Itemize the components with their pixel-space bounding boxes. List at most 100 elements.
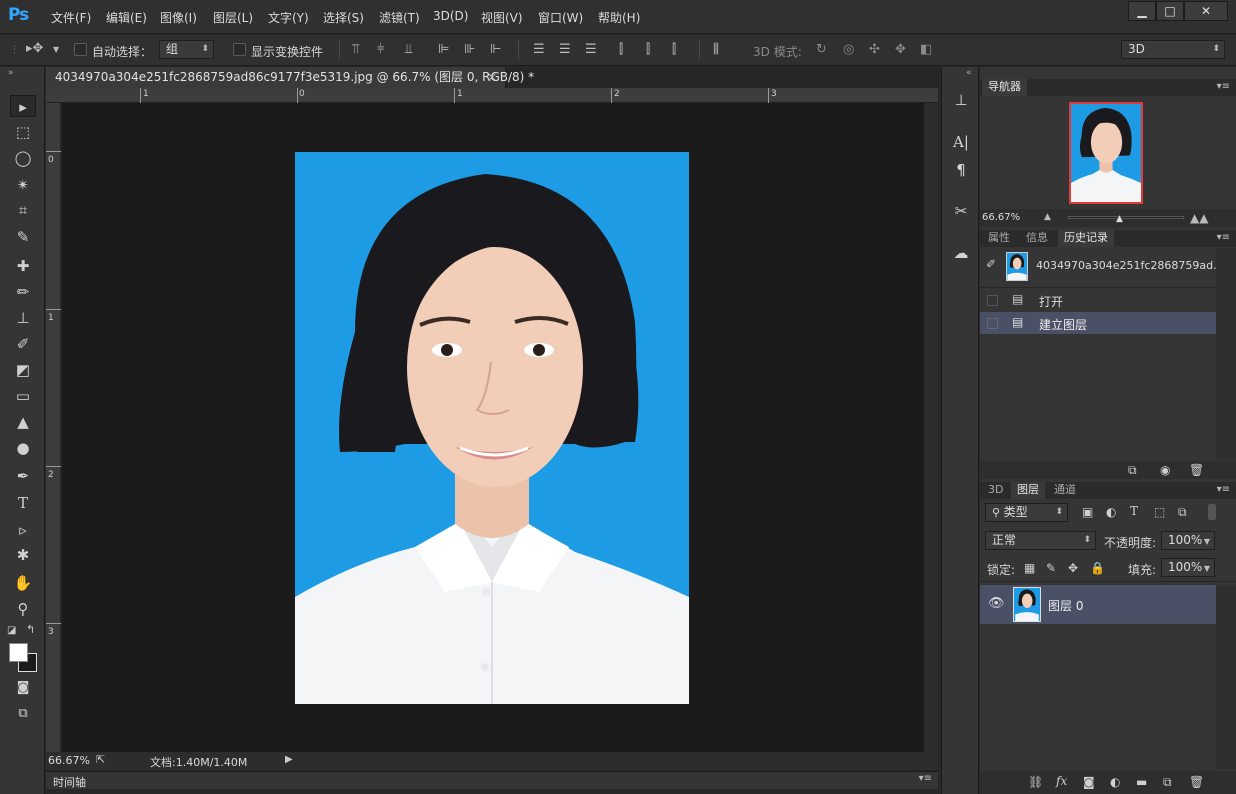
- menu-edit[interactable]: 编辑(E): [106, 9, 147, 26]
- align-top-icon[interactable]: ⫪: [352, 43, 359, 57]
- panel-menu-icon[interactable]: ▾≡: [919, 773, 932, 784]
- maximize-button[interactable]: □: [1156, 1, 1184, 21]
- history-snapshot[interactable]: ✐ 4034970a304e251fc2868759ad...: [980, 248, 1224, 284]
- zoom-tool-icon[interactable]: ⚲: [10, 598, 36, 620]
- align-vcenter-icon[interactable]: ⫩: [377, 43, 384, 57]
- history-source-checkbox[interactable]: [987, 318, 998, 329]
- dodge-tool-icon[interactable]: ●: [10, 437, 36, 459]
- history-brush-source-icon[interactable]: ✐: [986, 257, 996, 271]
- history-brush-tool-icon[interactable]: ✐: [10, 333, 36, 355]
- lasso-tool-icon[interactable]: ◯: [10, 147, 36, 169]
- tab-info[interactable]: 信息: [1020, 230, 1054, 247]
- layer-row-selected[interactable]: 👁 图层 0: [980, 585, 1216, 624]
- tab-properties[interactable]: 属性: [982, 230, 1016, 247]
- eraser-tool-icon[interactable]: ◩: [10, 359, 36, 381]
- blur-tool-icon[interactable]: ▲: [10, 411, 36, 433]
- link-layers-icon[interactable]: ⛓: [1028, 775, 1043, 789]
- menu-file[interactable]: 文件(F): [51, 9, 91, 26]
- dropdown-arrow-icon[interactable]: ▼: [1204, 533, 1210, 550]
- crop-tool-icon[interactable]: ⌗: [10, 199, 36, 221]
- tool-preset-arrow-icon[interactable]: ▼: [53, 43, 59, 57]
- hand-tool-icon[interactable]: ✋: [10, 572, 36, 594]
- menu-help[interactable]: 帮助(H): [598, 9, 640, 26]
- layer-style-icon[interactable]: fx: [1056, 774, 1067, 788]
- show-transform-checkbox[interactable]: [233, 43, 246, 56]
- distribute-left-icon[interactable]: ⫿: [619, 43, 623, 57]
- workspace-dropdown[interactable]: 3D ⬍: [1121, 40, 1225, 59]
- blend-mode-dropdown[interactable]: 正常 ⬍: [985, 531, 1096, 550]
- 3d-slide-icon[interactable]: ✥: [895, 43, 906, 57]
- create-snapshot-icon[interactable]: ◉: [1160, 463, 1170, 477]
- lock-position-icon[interactable]: ✥: [1068, 561, 1078, 575]
- zoom-slider[interactable]: [1068, 216, 1184, 219]
- path-selection-tool-icon[interactable]: ▹: [10, 519, 36, 541]
- marquee-tool-icon[interactable]: ⬚: [10, 121, 36, 143]
- auto-align-icon[interactable]: ⫼: [713, 43, 719, 57]
- status-menu-arrow-icon[interactable]: ▶: [285, 754, 293, 765]
- menu-select[interactable]: 选择(S): [323, 9, 364, 26]
- opacity-field[interactable]: 100% ▼: [1161, 531, 1215, 550]
- libraries-icon[interactable]: ☁: [950, 242, 972, 264]
- document-tab[interactable]: 4034970a304e251fc2868759ad86c9177f3e5319…: [46, 67, 534, 88]
- lock-all-icon[interactable]: 🔒: [1090, 561, 1105, 575]
- add-mask-icon[interactable]: ◙: [1083, 775, 1095, 789]
- tab-channels[interactable]: 通道: [1048, 482, 1082, 499]
- eyedropper-tool-icon[interactable]: ✎: [10, 226, 36, 248]
- pen-tool-icon[interactable]: ✒: [10, 465, 36, 487]
- panel-menu-icon[interactable]: ▾≡: [1217, 484, 1230, 495]
- align-hcenter-icon[interactable]: ⊪: [464, 43, 475, 57]
- magic-wand-tool-icon[interactable]: ✴: [10, 174, 36, 196]
- paragraph-panel-icon[interactable]: ¶: [950, 159, 972, 181]
- history-entry[interactable]: ▤ 打开: [980, 289, 1216, 311]
- default-colors-icon[interactable]: ◪: [7, 625, 16, 636]
- zoom-in-icon[interactable]: ▲▲: [1190, 211, 1208, 225]
- menu-layer[interactable]: 图层(L): [213, 9, 253, 26]
- 3d-rotate-icon[interactable]: ↻: [816, 43, 827, 57]
- distribute-vcenter-icon[interactable]: ☰: [559, 43, 571, 57]
- adjustment-layer-icon[interactable]: ◐: [1110, 775, 1120, 789]
- move-tool-icon[interactable]: ▸: [10, 95, 36, 117]
- screen-mode-icon[interactable]: ⧉: [10, 703, 36, 725]
- menu-3d[interactable]: 3D(D): [433, 9, 468, 23]
- menu-window[interactable]: 窗口(W): [538, 9, 583, 26]
- distribute-top-icon[interactable]: ☰: [533, 43, 545, 57]
- 3d-pan-icon[interactable]: ✣: [869, 43, 880, 57]
- quick-mask-icon[interactable]: ◙: [10, 677, 36, 699]
- shape-tool-icon[interactable]: ✱: [10, 544, 36, 566]
- history-scrollbar[interactable]: [1216, 248, 1236, 460]
- 3d-roll-icon[interactable]: ◎: [843, 43, 854, 57]
- export-icon[interactable]: ⇱: [96, 753, 105, 766]
- panel-menu-icon[interactable]: ▾≡: [1217, 81, 1230, 92]
- collapse-icon[interactable]: »: [8, 68, 14, 78]
- fill-field[interactable]: 100% ▼: [1161, 558, 1215, 577]
- align-bottom-icon[interactable]: ⫫: [405, 43, 412, 57]
- tab-history[interactable]: 历史记录: [1058, 230, 1114, 247]
- lock-transparent-pixels-icon[interactable]: ▦: [1024, 561, 1035, 575]
- menu-view[interactable]: 视图(V): [481, 9, 523, 26]
- zoom-level[interactable]: 66.67%: [48, 754, 90, 767]
- timeline-tab[interactable]: 时间轴: [53, 774, 86, 790]
- tools-panel-icon[interactable]: ✂: [950, 200, 972, 222]
- brush-tool-icon[interactable]: ✏: [10, 281, 36, 303]
- collapse-icon[interactable]: «: [966, 68, 972, 78]
- distribute-hcenter-icon[interactable]: ⫿: [646, 43, 650, 57]
- navigator-thumbnail[interactable]: [1069, 102, 1143, 204]
- filter-toggle[interactable]: [1208, 504, 1216, 520]
- tab-navigator[interactable]: 导航器: [982, 79, 1027, 96]
- filter-smart-object-icon[interactable]: ⧉: [1178, 505, 1187, 520]
- layers-scrollbar[interactable]: [1216, 585, 1236, 769]
- menu-type[interactable]: 文字(Y): [268, 9, 309, 26]
- navigator-zoom-value[interactable]: 66.67%: [982, 212, 1020, 223]
- 3d-scale-icon[interactable]: ◧: [920, 43, 932, 57]
- delete-layer-icon[interactable]: 🗑: [1189, 775, 1204, 789]
- filter-shape-icon[interactable]: ⬚: [1154, 505, 1165, 519]
- tab-layers[interactable]: 图层: [1011, 482, 1045, 499]
- distribute-bottom-icon[interactable]: ☰: [585, 43, 597, 57]
- clone-stamp-tool-icon[interactable]: ⊥: [10, 307, 36, 329]
- minimize-button[interactable]: ▁: [1128, 1, 1156, 21]
- distribute-right-icon[interactable]: ⫿: [672, 43, 676, 57]
- history-source-checkbox[interactable]: [987, 295, 998, 306]
- align-right-icon[interactable]: ⊩: [490, 43, 501, 57]
- foreground-color-swatch[interactable]: [9, 643, 28, 662]
- lock-image-pixels-icon[interactable]: ✎: [1046, 561, 1056, 575]
